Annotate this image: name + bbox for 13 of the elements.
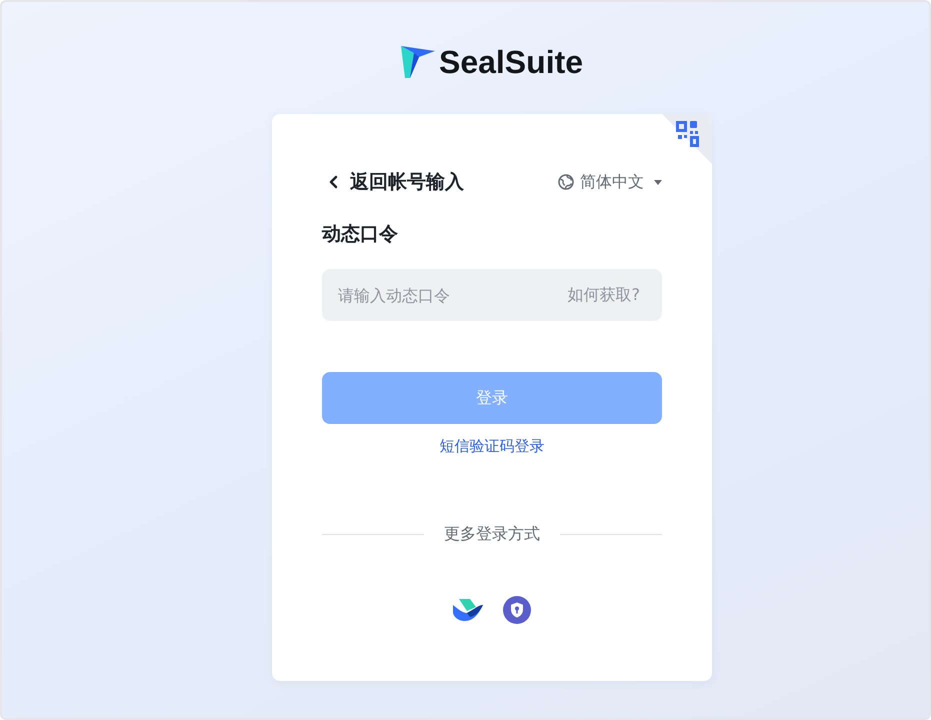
back-link[interactable]: 返回帐号输入 [322, 170, 464, 194]
bird-logo-icon[interactable] [453, 599, 483, 621]
language-selector[interactable]: 简体中文 [558, 170, 662, 194]
shield-keyhole-icon[interactable] [503, 596, 531, 624]
qr-code-icon[interactable] [662, 114, 712, 164]
form-title: 动态口令 [322, 222, 399, 246]
brand-name: SealSuite [438, 44, 584, 80]
globe-icon [558, 174, 574, 190]
paper-plane-icon [400, 45, 435, 79]
caret-icon [654, 180, 662, 184]
chevron-left-icon [328, 175, 338, 189]
sms-login-link[interactable]: 短信验证码登录 [440, 436, 544, 456]
divider-label: 更多登录方式 [444, 524, 540, 544]
